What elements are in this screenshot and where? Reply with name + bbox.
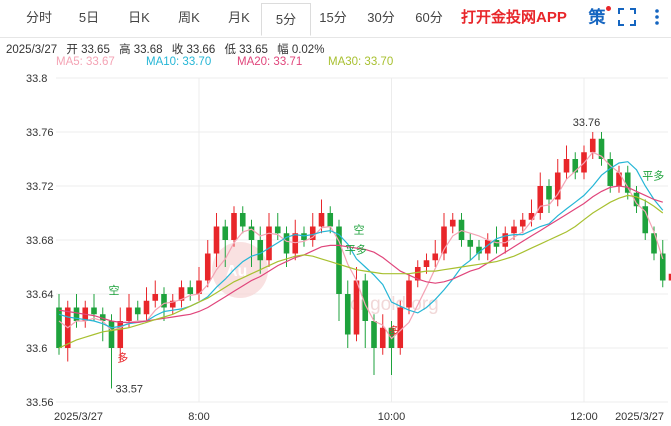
candle-body [56,307,62,348]
candle-body [204,253,211,281]
candle-body [91,307,97,315]
y-tick-label: 33.68 [26,235,54,247]
candle-body [519,219,526,227]
fullscreen-button[interactable] [618,8,636,26]
tab-intraday[interactable]: 分时 [14,0,64,36]
period-tab-bar: 分时 5日 日K 周K 月K 5分 15分 30分 60分 打开金投网APP 策 [0,0,671,38]
candle-body [108,321,115,348]
y-tick-label: 33.76 [26,127,54,139]
signal-label: 平多 [642,168,664,182]
candle-body [379,327,386,348]
ma5-legend: MA5: 33.67 [56,56,115,68]
candle-body [213,226,220,254]
x-tick-label: 8:00 [188,411,209,423]
candle-body [134,307,141,315]
ohlc-info-line: 2025/3/27 开 33.65 高 33.68 收 33.66 低 33.6… [6,41,330,57]
y-tick-label: 33.6 [26,343,47,355]
candle-body [248,226,255,240]
info-amplitude: 幅 0.02% [277,44,325,56]
min-price-label: 33.57 [116,384,144,396]
info-date: 2025/3/27 [6,44,58,56]
candle-body [266,226,272,261]
candle-body [467,240,474,247]
tab-60-min[interactable]: 60分 [406,0,452,36]
candle-body [327,213,334,227]
tab-monthly-k[interactable]: 月K [214,0,264,36]
strategy-label: 策 [588,8,606,27]
candle-body [423,260,430,267]
open-app-link[interactable]: 打开金投网APP [461,0,567,36]
candle-body [589,138,596,153]
x-tick-label: 12:00 [570,411,598,423]
strategy-button[interactable]: 策 [586,6,611,29]
candle-body [318,213,325,227]
candle-body [231,213,237,240]
tab-5-min[interactable]: 5分 [261,3,311,36]
x-tick-label: 2025/3/27 [54,411,103,423]
ma20-legend: MA20: 33.71 [237,56,303,68]
candlestick-chart[interactable]: 33.833.7633.7233.6833.6433.633.56Aucngol… [0,70,671,426]
signal-label: 平多 [345,243,367,257]
candle-body [274,226,281,234]
candle-body [563,159,570,173]
info-low: 低 33.65 [224,44,268,56]
notification-dot [606,6,611,11]
more-icon [655,9,659,25]
ma10-legend: MA10: 33.70 [146,56,212,68]
signal-label: 空 [354,222,365,236]
candle-body [546,186,552,200]
candle-body [117,321,124,348]
ma30-line [58,194,664,349]
candle-body [301,233,307,240]
candle-body [152,294,159,301]
fullscreen-icon [618,8,636,26]
info-high: 高 33.68 [119,44,163,56]
signal-label: 空 [109,283,120,297]
signal-label: 多 [117,351,128,365]
signal-label: 多 [389,324,400,338]
candle-body [344,294,351,335]
candle-body [239,213,246,227]
x-tick-label: 2025/3/27 [615,411,664,423]
ma30-legend: MA30: 33.70 [328,56,394,68]
candle-body [493,240,500,247]
tab-daily-k[interactable]: 日K [114,0,164,36]
more-button[interactable] [648,8,666,26]
candle-body [406,280,412,308]
candle-body [458,219,465,240]
y-tick-label: 33.8 [26,73,47,85]
x-tick-label: 10:00 [378,411,406,423]
candle-body [143,300,150,315]
candle-body [449,219,456,227]
candle-body [371,321,377,348]
y-tick-label: 33.56 [26,397,54,409]
candle-body [126,307,132,321]
candle-body [554,172,561,200]
candle-body [222,226,229,240]
candle-body [353,280,360,335]
y-tick-label: 33.64 [26,289,54,301]
max-price-label: 33.76 [573,117,601,129]
info-open: 开 33.65 [66,44,110,56]
info-close: 收 33.66 [171,44,216,56]
candle-body [187,287,194,294]
tab-weekly-k[interactable]: 周K [164,0,214,36]
candle-body [616,172,622,186]
tab-15-min[interactable]: 15分 [310,0,356,36]
candle-body [257,240,264,261]
tab-5-day[interactable]: 5日 [64,0,114,36]
tab-30-min[interactable]: 30分 [358,0,404,36]
candle-body [511,226,517,234]
candle-body [292,233,299,254]
y-tick-label: 33.72 [26,181,54,193]
candle-body [432,253,439,261]
